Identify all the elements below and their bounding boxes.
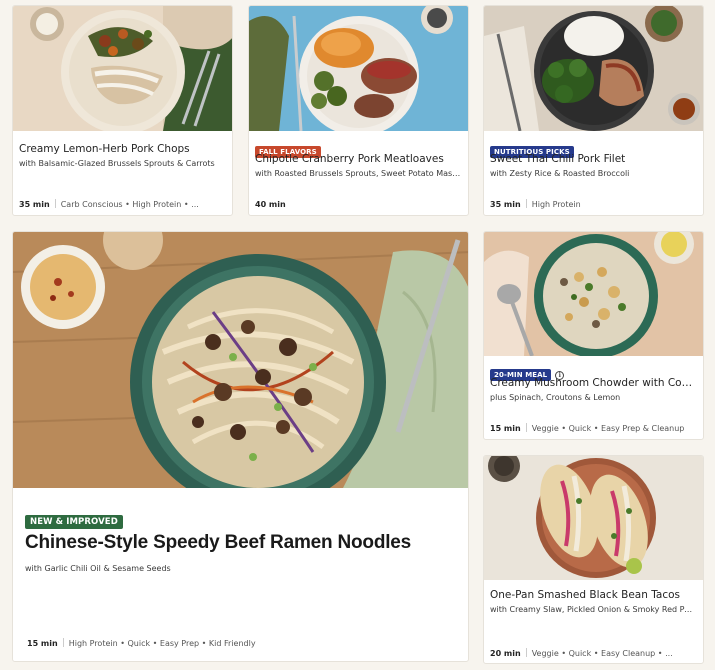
recipe-tags: Veggie • Quick • Easy Prep & Cleanup bbox=[531, 424, 685, 433]
recipe-tags: High Protein • Quick • Easy Prep • Kid F… bbox=[68, 639, 256, 648]
recipe-subtitle: with Roasted Brussels Sprouts, Sweet Pot… bbox=[255, 169, 462, 178]
recipe-subtitle: with Creamy Slaw, Pickled Onion & Smoky … bbox=[490, 605, 697, 614]
recipe-card-sweet-thai-chili-pork[interactable]: NUTRITIOUS PICKS Sweet Thai Chili Pork F… bbox=[483, 5, 704, 216]
recipe-subtitle: with Balsamic-Glazed Brussels Sprouts & … bbox=[19, 159, 215, 168]
recipe-meta: 15 min Veggie • Quick • Easy Prep & Clean… bbox=[490, 423, 697, 435]
recipe-title: Chipotle Cranberry Pork Meatloaves bbox=[255, 153, 444, 165]
recipe-tags: Veggie • Quick • Easy Cleanup • ... bbox=[531, 649, 673, 658]
cook-time: 35 min bbox=[490, 200, 521, 209]
recipe-title: Creamy Mushroom Chowder with Couscous bbox=[490, 377, 697, 389]
cook-time: 40 min bbox=[255, 200, 286, 209]
recipe-subtitle: with Garlic Chili Oil & Sesame Seeds bbox=[25, 564, 171, 573]
recipe-card-lemon-herb-pork-chops[interactable]: Creamy Lemon-Herb Pork Chops with Balsam… bbox=[12, 5, 233, 216]
recipe-card-black-bean-tacos[interactable]: One-Pan Smashed Black Bean Tacos with Cr… bbox=[483, 455, 704, 664]
recipe-photo bbox=[484, 6, 703, 131]
recipe-meta: 15 min High Protein • Quick • Easy Prep •… bbox=[27, 638, 462, 650]
recipe-card-body: NEW & IMPROVED Chinese-Style Speedy Beef… bbox=[13, 488, 468, 661]
recipe-tags: Carb Conscious • High Protein • ... bbox=[60, 200, 199, 209]
recipe-tags: High Protein bbox=[531, 200, 581, 209]
cook-time: 35 min bbox=[19, 200, 50, 209]
cook-time: 15 min bbox=[490, 424, 521, 433]
meta-divider bbox=[62, 638, 64, 647]
meta-divider bbox=[54, 199, 56, 208]
recipe-subtitle: plus Spinach, Croutons & Lemon bbox=[490, 393, 621, 402]
meta-divider bbox=[525, 199, 527, 208]
recipe-meta: 35 min High Protein bbox=[490, 199, 697, 211]
recipe-title: One-Pan Smashed Black Bean Tacos bbox=[490, 589, 680, 601]
cook-time: 20 min bbox=[490, 649, 521, 658]
meta-divider bbox=[525, 423, 527, 432]
recipe-card-chipotle-cranberry-meatloaves[interactable]: FALL FLAVORS Chipotle Cranberry Pork Mea… bbox=[248, 5, 469, 216]
recipe-card-featured-beef-ramen[interactable]: NEW & IMPROVED Chinese-Style Speedy Beef… bbox=[12, 231, 469, 662]
recipe-photo bbox=[249, 6, 468, 131]
recipe-subtitle: with Zesty Rice & Roasted Broccoli bbox=[490, 169, 630, 178]
recipe-photo bbox=[13, 6, 232, 131]
recipe-card-mushroom-chowder[interactable]: 20-MIN MEAL i Creamy Mushroom Chowder wit… bbox=[483, 231, 704, 440]
recipe-title: Sweet Thai Chili Pork Filet bbox=[490, 153, 626, 165]
recipe-photo bbox=[484, 232, 703, 356]
recipe-badge: NEW & IMPROVED bbox=[25, 515, 123, 529]
recipe-photo bbox=[484, 456, 703, 580]
recipe-photo bbox=[13, 232, 468, 488]
recipe-title: Creamy Lemon-Herb Pork Chops bbox=[19, 143, 190, 155]
recipe-meta: 40 min bbox=[255, 199, 462, 211]
cook-time: 15 min bbox=[27, 639, 58, 648]
meta-divider bbox=[525, 648, 527, 657]
recipe-meta: 35 min Carb Conscious • High Protein • ..… bbox=[19, 199, 226, 211]
recipe-title: Chinese-Style Speedy Beef Ramen Noodles bbox=[25, 532, 412, 553]
recipe-meta: 20 min Veggie • Quick • Easy Cleanup • ..… bbox=[490, 648, 697, 660]
